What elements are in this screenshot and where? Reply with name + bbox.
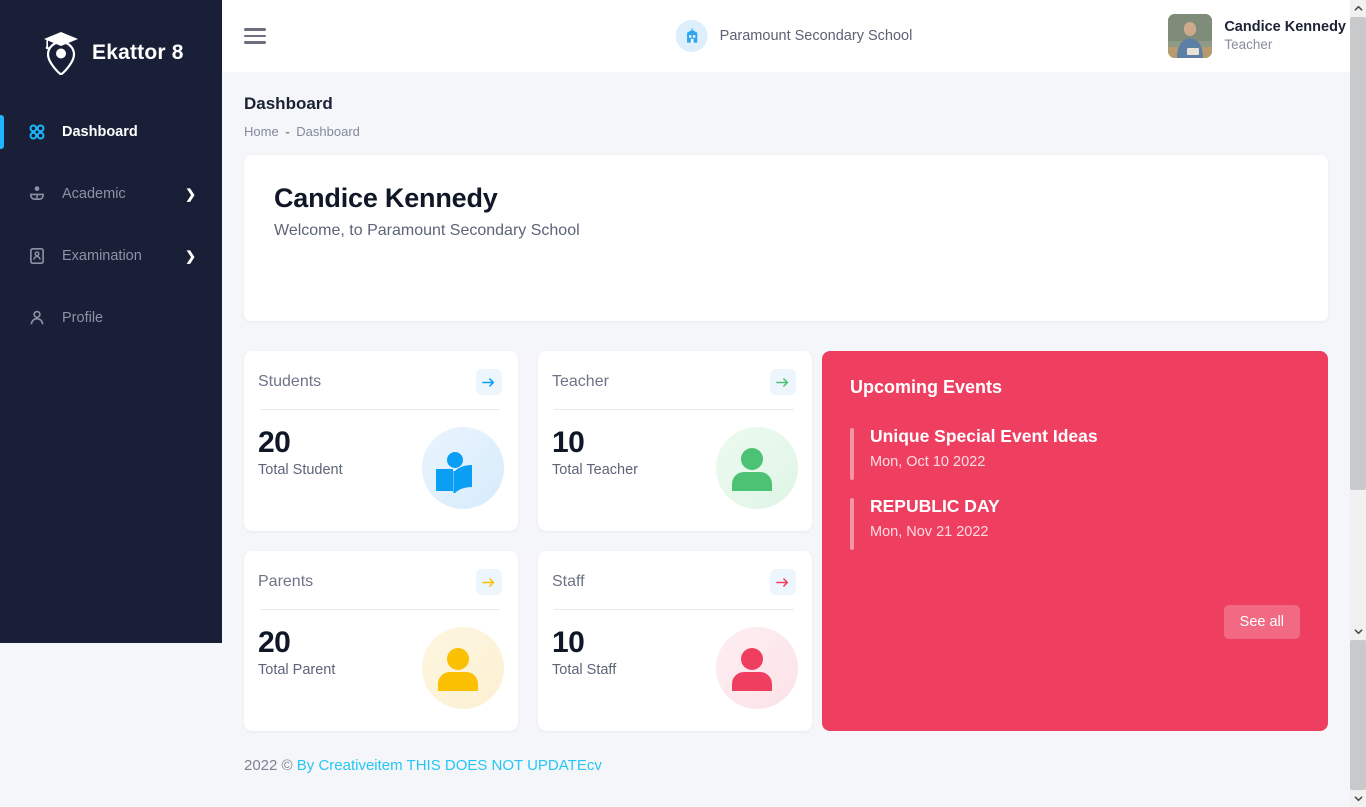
stat-card-parents[interactable]: Parents 20 Total Parent: [244, 551, 518, 731]
graduation-cap-pin-logo-icon: [42, 31, 80, 75]
nav-spacer: [0, 216, 222, 234]
scrollbar-down-button[interactable]: [1350, 790, 1366, 807]
brand-name: Ekattor 8: [92, 41, 184, 65]
chevron-up-icon: [1354, 4, 1363, 13]
upcoming-events-panel: Upcoming Events Unique Special Event Ide…: [822, 351, 1328, 731]
arrow-right-icon[interactable]: [476, 369, 502, 395]
user-name: Candice Kennedy: [1224, 18, 1346, 36]
stat-card-header: Parents: [258, 569, 502, 595]
stat-card-students[interactable]: Students 20 Total Student: [244, 351, 518, 531]
user-avatar-photo: [1168, 14, 1212, 58]
chevron-right-icon[interactable]: ❯: [185, 188, 196, 201]
active-indicator: [0, 115, 4, 149]
nav-spacer: [0, 154, 222, 172]
grid-dots-icon: [26, 121, 48, 143]
stat-card-header: Students: [258, 369, 502, 395]
brand[interactable]: Ekattor 8: [0, 0, 222, 72]
dashboard-grid: Students 20 Total Student: [244, 351, 1328, 731]
vertical-scrollbar[interactable]: [1350, 0, 1366, 807]
page-title: Dashboard: [244, 94, 1328, 114]
staff-illustration-icon: [716, 627, 798, 709]
breadcrumb-home[interactable]: Home: [244, 124, 279, 139]
chevron-right-icon[interactable]: ❯: [185, 250, 196, 263]
user-menu[interactable]: Candice Kennedy Teacher: [1168, 0, 1346, 72]
footer-link[interactable]: By Creativeitem THIS DOES NOT UPDATEcv: [297, 757, 602, 774]
sidebar-item-dashboard[interactable]: Dashboard: [0, 110, 222, 154]
stat-label: Staff: [552, 573, 585, 591]
events-list: Unique Special Event Ideas Mon, Oct 10 2…: [850, 426, 1300, 540]
footer-copyright: 2022 ©: [244, 757, 293, 774]
sidebar-item-academic[interactable]: Academic ❯: [0, 172, 222, 216]
main-panel: Paramount Secondary School Candice Kenne…: [222, 0, 1366, 807]
breadcrumb-current: Dashboard: [296, 124, 360, 139]
scrollbar-up-button[interactable]: [1350, 0, 1366, 17]
school-identity: Paramount Secondary School: [676, 20, 913, 52]
user-role: Teacher: [1224, 36, 1346, 54]
stat-row: Parents 20 Total Parent: [244, 551, 802, 731]
divider: [260, 409, 500, 410]
event-item[interactable]: Unique Special Event Ideas Mon, Oct 10 2…: [850, 426, 1300, 470]
stat-label: Teacher: [552, 373, 609, 391]
sidebar-item-label: Academic: [62, 186, 126, 202]
event-date: Mon, Nov 21 2022: [870, 524, 1300, 540]
see-all-button[interactable]: See all: [1224, 605, 1300, 639]
welcome-message: Welcome, to Paramount Secondary School: [274, 222, 1298, 240]
nav-spacer: [0, 278, 222, 296]
events-title: Upcoming Events: [850, 377, 1300, 398]
chevron-down-icon: [1354, 794, 1363, 803]
scrollbar-thumb-lower[interactable]: [1350, 640, 1366, 790]
scrollbar-down-button-inner[interactable]: [1350, 623, 1366, 640]
stat-row: Students 20 Total Student: [244, 351, 802, 531]
school-name: Paramount Secondary School: [720, 28, 913, 44]
arrow-right-icon[interactable]: [476, 569, 502, 595]
stat-card-header: Staff: [552, 569, 796, 595]
event-accent-bar: [850, 428, 854, 480]
hamburger-icon[interactable]: [244, 24, 266, 48]
user-meta: Candice Kennedy Teacher: [1224, 18, 1346, 54]
stat-cards: Students 20 Total Student: [244, 351, 802, 731]
person-icon: [26, 307, 48, 329]
divider: [260, 609, 500, 610]
students-icon: [26, 183, 48, 205]
breadcrumb: Home - Dashboard: [244, 124, 1328, 139]
divider: [554, 409, 794, 410]
students-illustration-icon: [422, 427, 504, 509]
arrow-right-icon[interactable]: [770, 369, 796, 395]
content-area: Dashboard Home - Dashboard Candice Kenne…: [222, 72, 1366, 807]
stat-card-staff[interactable]: Staff 10 Total Staff: [538, 551, 812, 731]
event-name: Unique Special Event Ideas: [870, 426, 1300, 447]
event-date: Mon, Oct 10 2022: [870, 454, 1300, 470]
sidebar-item-label: Dashboard: [62, 124, 138, 140]
stat-label: Parents: [258, 573, 313, 591]
arrow-right-icon[interactable]: [770, 569, 796, 595]
event-name: REPUBLIC DAY: [870, 496, 1300, 517]
chevron-down-icon: [1354, 627, 1363, 636]
sidebar: Ekattor 8 Dashboard: [0, 0, 222, 643]
event-accent-bar: [850, 498, 854, 550]
stat-card-teacher[interactable]: Teacher 10 Total Teacher: [538, 351, 812, 531]
welcome-card: Candice Kennedy Welcome, to Paramount Se…: [244, 155, 1328, 321]
divider: [554, 609, 794, 610]
topbar: Paramount Secondary School Candice Kenne…: [222, 0, 1366, 72]
scrollbar-thumb[interactable]: [1350, 17, 1366, 490]
sidebar-nav: Dashboard Academic ❯: [0, 110, 222, 340]
sidebar-item-examination[interactable]: Examination ❯: [0, 234, 222, 278]
breadcrumb-separator: -: [282, 124, 292, 139]
app-root: Ekattor 8 Dashboard: [0, 0, 1366, 807]
stat-label: Students: [258, 373, 321, 391]
footer: 2022 © By Creativeitem THIS DOES NOT UPD…: [244, 757, 1328, 794]
sidebar-item-label: Profile: [62, 310, 103, 326]
event-item[interactable]: REPUBLIC DAY Mon, Nov 21 2022: [850, 496, 1300, 540]
stat-card-header: Teacher: [552, 369, 796, 395]
parents-illustration-icon: [422, 627, 504, 709]
sidebar-item-label: Examination: [62, 248, 142, 264]
teacher-illustration-icon: [716, 427, 798, 509]
school-building-icon: [676, 20, 708, 52]
welcome-name: Candice Kennedy: [274, 183, 1298, 214]
exam-paper-icon: [26, 245, 48, 267]
sidebar-item-profile[interactable]: Profile: [0, 296, 222, 340]
